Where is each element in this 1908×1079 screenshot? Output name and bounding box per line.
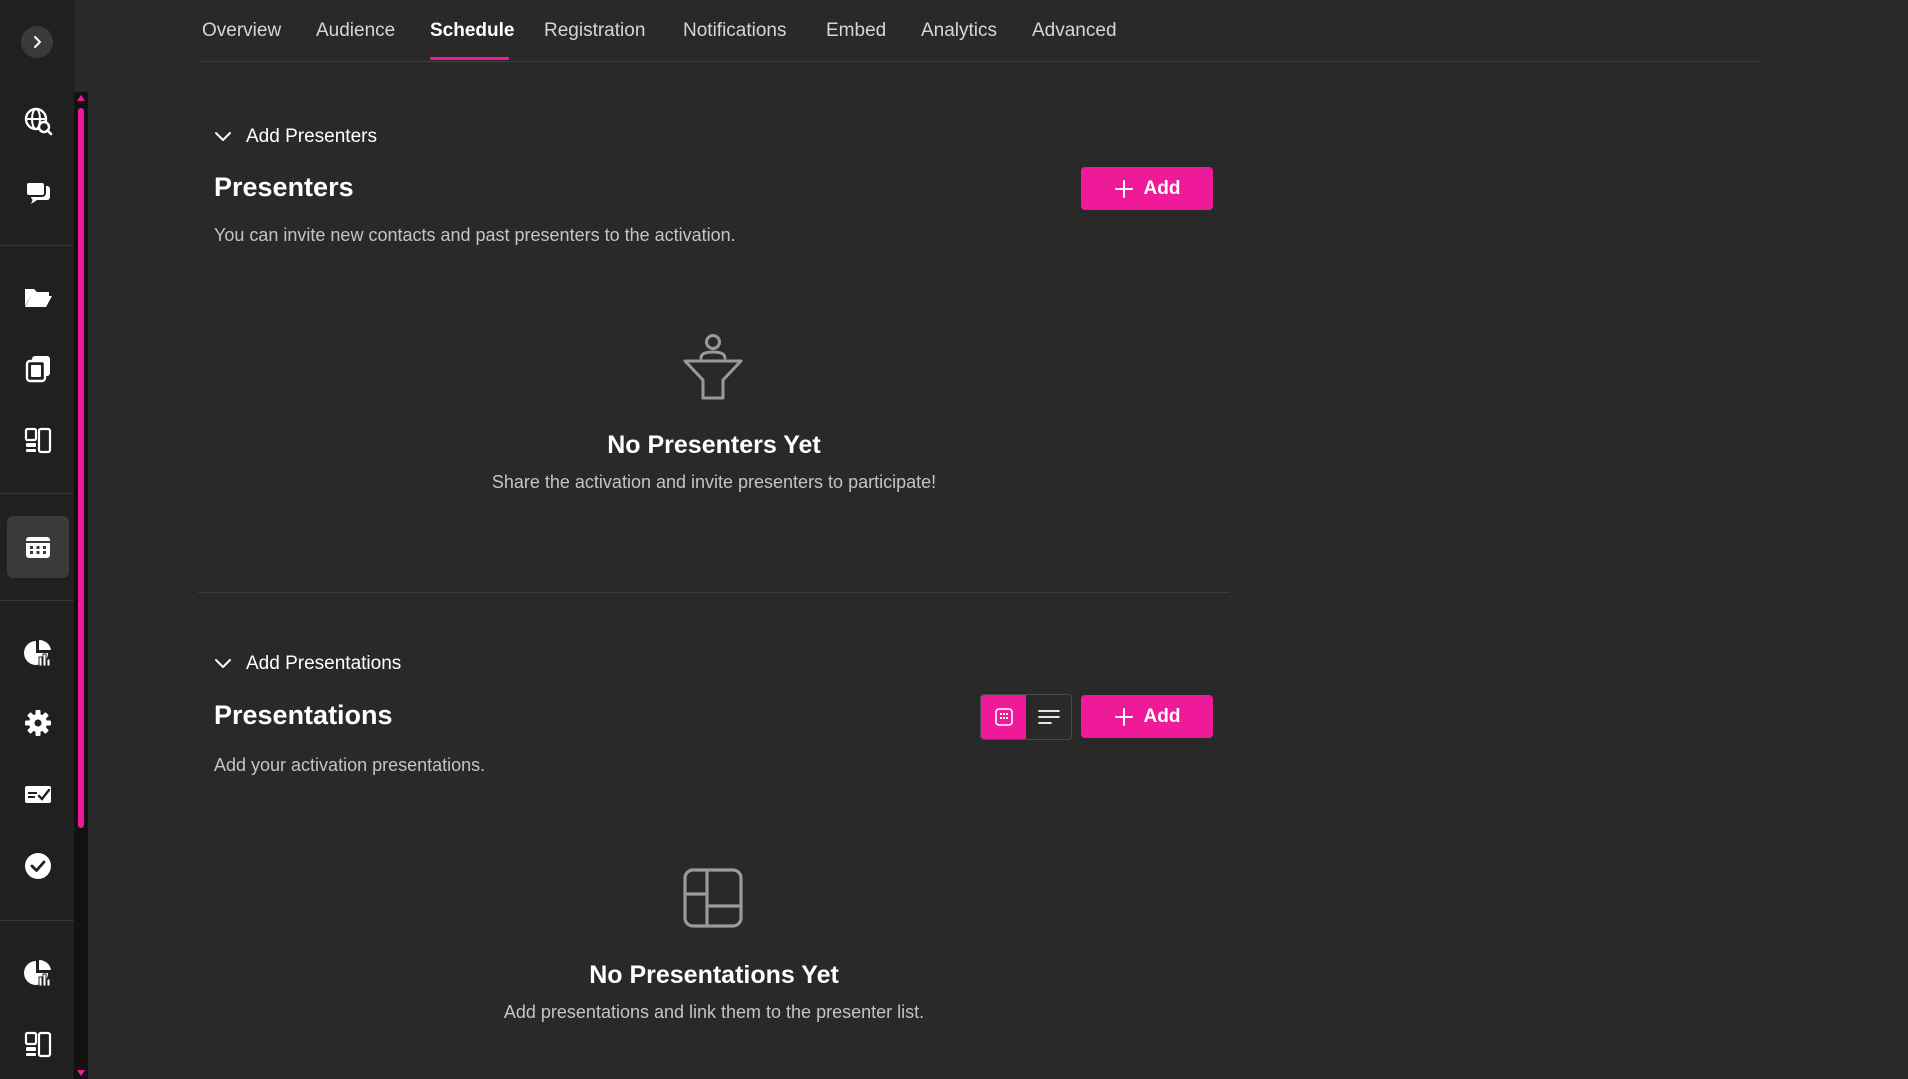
pie-chart-icon bbox=[24, 959, 51, 987]
tab-audience[interactable]: Audience bbox=[316, 20, 395, 42]
rail-separator bbox=[0, 920, 74, 921]
chevron-right-icon bbox=[34, 36, 41, 48]
presentation-layout-icon bbox=[683, 868, 743, 928]
presenters-empty-description: Share the activation and invite presente… bbox=[491, 472, 937, 492]
rail-item-tickets[interactable] bbox=[7, 763, 69, 825]
rail-item-folder[interactable] bbox=[7, 266, 69, 328]
rail-separator bbox=[0, 245, 74, 246]
tab-bar: Overview Audience Schedule Registration … bbox=[198, 0, 1760, 62]
presentations-title: Presentations bbox=[214, 700, 393, 730]
presenters-title: Presenters bbox=[214, 172, 354, 202]
add-button-label: Add bbox=[1143, 177, 1181, 199]
presenters-section-toggle[interactable]: Add Presenters bbox=[214, 126, 377, 148]
chevron-down-icon bbox=[215, 132, 231, 141]
section-divider bbox=[198, 592, 1230, 593]
tab-notifications[interactable]: Notifications bbox=[683, 20, 787, 42]
presentations-description: Add your activation presentations. bbox=[214, 755, 486, 775]
presenters-empty-title: No Presenters Yet bbox=[607, 431, 821, 459]
rail-item-analytics[interactable] bbox=[7, 622, 69, 684]
layout-devices-icon bbox=[24, 427, 52, 454]
presentations-section-toggle[interactable]: Add Presentations bbox=[214, 653, 401, 675]
left-rail bbox=[0, 0, 74, 1079]
section-toggle-label: Add Presentations bbox=[246, 653, 402, 674]
layout-icon bbox=[24, 1031, 52, 1058]
rail-separator bbox=[0, 493, 74, 494]
scroll-down-arrow-icon[interactable] bbox=[77, 1070, 85, 1076]
calendar-icon bbox=[26, 537, 50, 558]
folder-open-icon bbox=[25, 289, 52, 307]
expand-sidebar-button[interactable] bbox=[21, 26, 53, 58]
rail-item-layout[interactable] bbox=[7, 409, 69, 471]
ticket-check-icon bbox=[25, 786, 51, 803]
rail-separator bbox=[0, 600, 74, 601]
pie-chart-analytics-icon bbox=[24, 639, 51, 667]
sidebar-scrollbar[interactable] bbox=[74, 92, 88, 1079]
rail-item-schedule[interactable] bbox=[7, 516, 69, 578]
scrollbar-thumb[interactable] bbox=[78, 108, 84, 828]
presentations-empty-title: No Presentations Yet bbox=[589, 961, 839, 989]
rail-item-layout-2[interactable] bbox=[7, 1013, 69, 1075]
gear-icon bbox=[25, 710, 51, 736]
plus-icon bbox=[1114, 179, 1133, 198]
view-mode-toggle bbox=[980, 694, 1072, 740]
list-view-icon bbox=[1037, 710, 1060, 724]
add-presenter-button[interactable]: Add bbox=[1081, 167, 1213, 210]
check-circle-icon bbox=[25, 853, 51, 879]
plus-icon bbox=[1114, 707, 1133, 726]
chevron-down-icon bbox=[215, 659, 231, 668]
section-toggle-label: Add Presenters bbox=[246, 126, 377, 147]
list-view-button[interactable] bbox=[1026, 695, 1071, 739]
scroll-up-arrow-icon[interactable] bbox=[77, 95, 85, 101]
add-presentation-button[interactable]: Add bbox=[1081, 695, 1213, 738]
tab-registration[interactable]: Registration bbox=[544, 20, 645, 42]
grid-view-icon bbox=[994, 708, 1013, 726]
tab-analytics[interactable]: Analytics bbox=[921, 20, 997, 42]
rail-item-tasks[interactable] bbox=[7, 835, 69, 897]
chat-stack-icon bbox=[25, 181, 50, 204]
tab-schedule[interactable]: Schedule bbox=[430, 20, 514, 42]
add-button-label: Add bbox=[1143, 705, 1181, 727]
rail-item-settings[interactable] bbox=[7, 692, 69, 754]
globe-search-icon bbox=[24, 107, 53, 136]
presentations-empty-description: Add presentations and link them to the p… bbox=[503, 1002, 925, 1022]
rail-item-chats[interactable] bbox=[7, 161, 69, 223]
grid-view-button[interactable] bbox=[981, 695, 1026, 739]
active-tab-indicator bbox=[430, 57, 509, 60]
presenter-podium-icon bbox=[683, 334, 743, 400]
rail-item-pages[interactable] bbox=[7, 337, 69, 399]
rail-item-globe[interactable] bbox=[7, 90, 69, 152]
rail-item-reports[interactable] bbox=[7, 942, 69, 1004]
presenters-description: You can invite new contacts and past pre… bbox=[214, 225, 736, 245]
copy-pages-icon bbox=[25, 356, 50, 383]
tab-overview[interactable]: Overview bbox=[202, 20, 281, 42]
tab-advanced[interactable]: Advanced bbox=[1032, 20, 1117, 42]
tab-embed[interactable]: Embed bbox=[826, 20, 886, 42]
